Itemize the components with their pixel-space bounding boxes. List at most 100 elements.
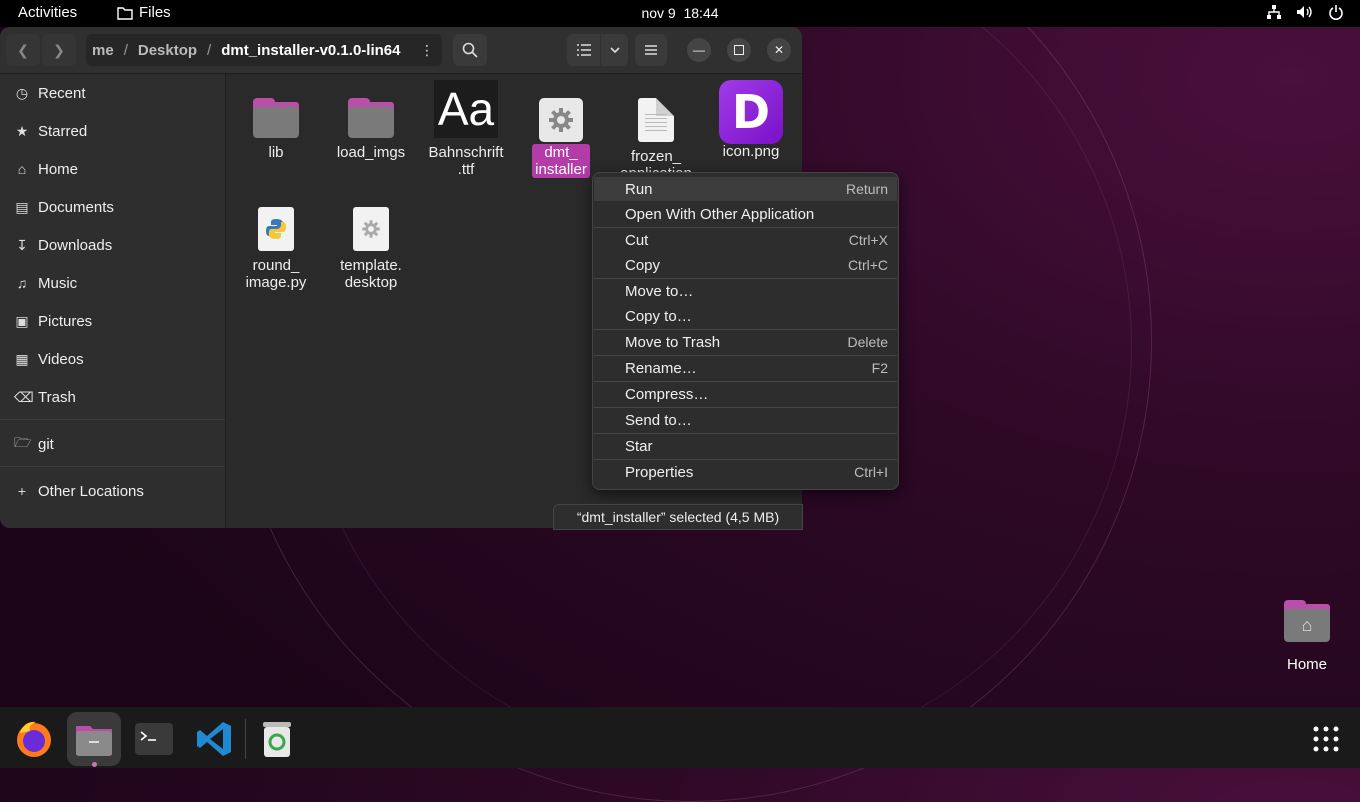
dock-terminal[interactable] xyxy=(127,712,181,766)
file-label: icon.png xyxy=(722,143,780,160)
show-apps-button[interactable] xyxy=(1299,712,1353,766)
sidebar-item-music[interactable]: ♫ Music xyxy=(0,266,225,300)
volume-icon xyxy=(1297,6,1312,18)
chevron-right-icon: ❯ xyxy=(53,41,65,58)
firefox-icon xyxy=(17,721,51,757)
sidebar-divider xyxy=(0,466,225,467)
clock-button[interactable]: nov 9 18:44 xyxy=(641,5,718,21)
main-menu-button[interactable] xyxy=(635,34,667,66)
menu-item-properties[interactable]: Properties Ctrl+I xyxy=(594,460,897,484)
path-segment-desktop[interactable]: Desktop xyxy=(138,42,197,59)
menu-label: Send to… xyxy=(625,411,692,429)
dock-firefox[interactable] xyxy=(7,712,61,766)
terminal-icon xyxy=(135,723,173,755)
trash-icon: ⌫ xyxy=(14,388,34,405)
sidebar-item-home[interactable]: ⌂ Home xyxy=(0,152,225,186)
sidebar-item-downloads[interactable]: ↧ Downloads xyxy=(0,228,225,262)
image-thumbnail: D xyxy=(719,80,783,144)
folder-icon xyxy=(117,6,133,20)
menu-item-star[interactable]: Star xyxy=(594,434,897,458)
file-label: .ttf xyxy=(457,161,475,178)
sidebar-item-documents[interactable]: ▤ Documents xyxy=(0,190,225,224)
file-label: Bahnschrift xyxy=(428,144,504,161)
view-options-button[interactable] xyxy=(601,34,628,66)
file-item-icon-png[interactable]: D icon.png xyxy=(706,80,796,160)
files-icon xyxy=(76,726,112,756)
python-file-icon xyxy=(258,207,294,251)
menu-item-move-to[interactable]: Move to… xyxy=(594,279,897,303)
menu-item-copy[interactable]: Copy Ctrl+C xyxy=(594,253,897,277)
menu-item-move-to-trash[interactable]: Move to Trash Delete xyxy=(594,330,897,354)
file-item-bahnschrift[interactable]: Aa Bahnschrift .ttf xyxy=(421,80,511,178)
app-name: Files xyxy=(139,4,171,21)
file-item-dmt-installer[interactable]: dmt_ installer xyxy=(516,98,606,178)
file-item-load-imgs[interactable]: load_imgs xyxy=(326,98,416,161)
file-label: image.py xyxy=(245,274,307,291)
file-label: desktop xyxy=(344,274,398,291)
menu-item-cut[interactable]: Cut Ctrl+X xyxy=(594,228,897,252)
menu-shortcut: F2 xyxy=(871,360,888,376)
file-label: round_ xyxy=(252,257,300,274)
video-icon: ▦ xyxy=(15,350,29,367)
sidebar-item-label: Downloads xyxy=(38,236,113,254)
sidebar-item-recent[interactable]: ◷ Recent xyxy=(0,76,225,110)
menu-item-copy-to[interactable]: Copy to… xyxy=(594,304,897,328)
menu-item-rename[interactable]: Rename… F2 xyxy=(594,356,897,380)
file-label: lib xyxy=(268,144,284,161)
dock-vscode[interactable] xyxy=(187,712,241,766)
path-segment-home[interactable]: me xyxy=(92,42,114,59)
sidebar-item-starred[interactable]: ★ Starred xyxy=(0,114,225,148)
menu-item-compress[interactable]: Compress… xyxy=(594,382,897,406)
sidebar-item-pictures[interactable]: ▣ Pictures xyxy=(0,304,225,338)
dock-files[interactable] xyxy=(67,712,121,767)
gear-icon xyxy=(549,108,573,132)
path-segment-current[interactable]: dmt_installer-v0.1.0-lin64 xyxy=(221,42,400,59)
sidebar-item-label: Other Locations xyxy=(38,482,144,500)
path-separator: / xyxy=(207,41,212,59)
menu-item-open-with[interactable]: Open With Other Application xyxy=(594,202,897,226)
file-item-lib[interactable]: lib xyxy=(231,98,321,161)
sidebar-item-label: Music xyxy=(38,274,78,292)
sidebar-item-label: Pictures xyxy=(38,312,93,330)
status-bar: “dmt_installer” selected (4,5 MB) xyxy=(553,504,803,530)
path-menu-button[interactable]: ⋮ xyxy=(412,34,442,66)
close-button[interactable]: ✕ xyxy=(767,38,791,62)
menu-label: Rename… xyxy=(625,359,697,377)
menu-item-run[interactable]: Run Return xyxy=(594,177,897,201)
system-tray[interactable] xyxy=(1266,4,1344,20)
file-item-round-image-py[interactable]: round_ image.py xyxy=(231,207,321,291)
sidebar-item-git[interactable]: 🗁 git xyxy=(0,427,225,461)
menu-item-send-to[interactable]: Send to… xyxy=(594,408,897,432)
menu-label: Properties xyxy=(625,463,694,481)
power-icon xyxy=(1329,5,1343,20)
menu-label: Compress… xyxy=(625,385,709,403)
forward-button[interactable]: ❯ xyxy=(42,34,76,66)
activities-button[interactable]: Activities xyxy=(18,4,77,21)
maximize-icon xyxy=(734,45,744,55)
picture-icon: ▣ xyxy=(15,312,29,329)
sidebar-item-other-locations[interactable]: + Other Locations xyxy=(0,474,225,508)
file-label: template. xyxy=(340,257,402,274)
path-bar: me / Desktop / dmt_installer-v0.1.0-lin6… xyxy=(86,34,442,66)
date-text: nov 9 xyxy=(641,5,676,21)
sidebar-item-label: Recent xyxy=(38,84,86,102)
minimize-button[interactable]: — xyxy=(687,38,711,62)
time-text: 18:44 xyxy=(683,5,719,21)
dock-trash[interactable] xyxy=(250,712,304,766)
star-icon: ★ xyxy=(15,122,29,139)
sidebar-item-trash[interactable]: ⌫ Trash xyxy=(0,380,225,414)
maximize-button[interactable] xyxy=(727,38,751,62)
app-menu-files[interactable]: Files xyxy=(117,4,171,21)
sidebar-item-label: Documents xyxy=(38,198,114,216)
trash-icon xyxy=(263,722,291,757)
sidebar-item-videos[interactable]: ▦ Videos xyxy=(0,342,225,376)
gear-icon xyxy=(362,220,380,238)
search-button[interactable] xyxy=(453,34,487,66)
file-item-template-desktop[interactable]: template. desktop xyxy=(326,207,416,291)
plus-icon: + xyxy=(17,483,27,499)
view-list-button[interactable] xyxy=(567,34,600,66)
desktop-home-icon[interactable]: ⌂ Home xyxy=(1277,600,1337,673)
download-icon: ↧ xyxy=(16,236,28,253)
folder-icon xyxy=(348,98,394,138)
back-button[interactable]: ❮ xyxy=(6,34,40,66)
